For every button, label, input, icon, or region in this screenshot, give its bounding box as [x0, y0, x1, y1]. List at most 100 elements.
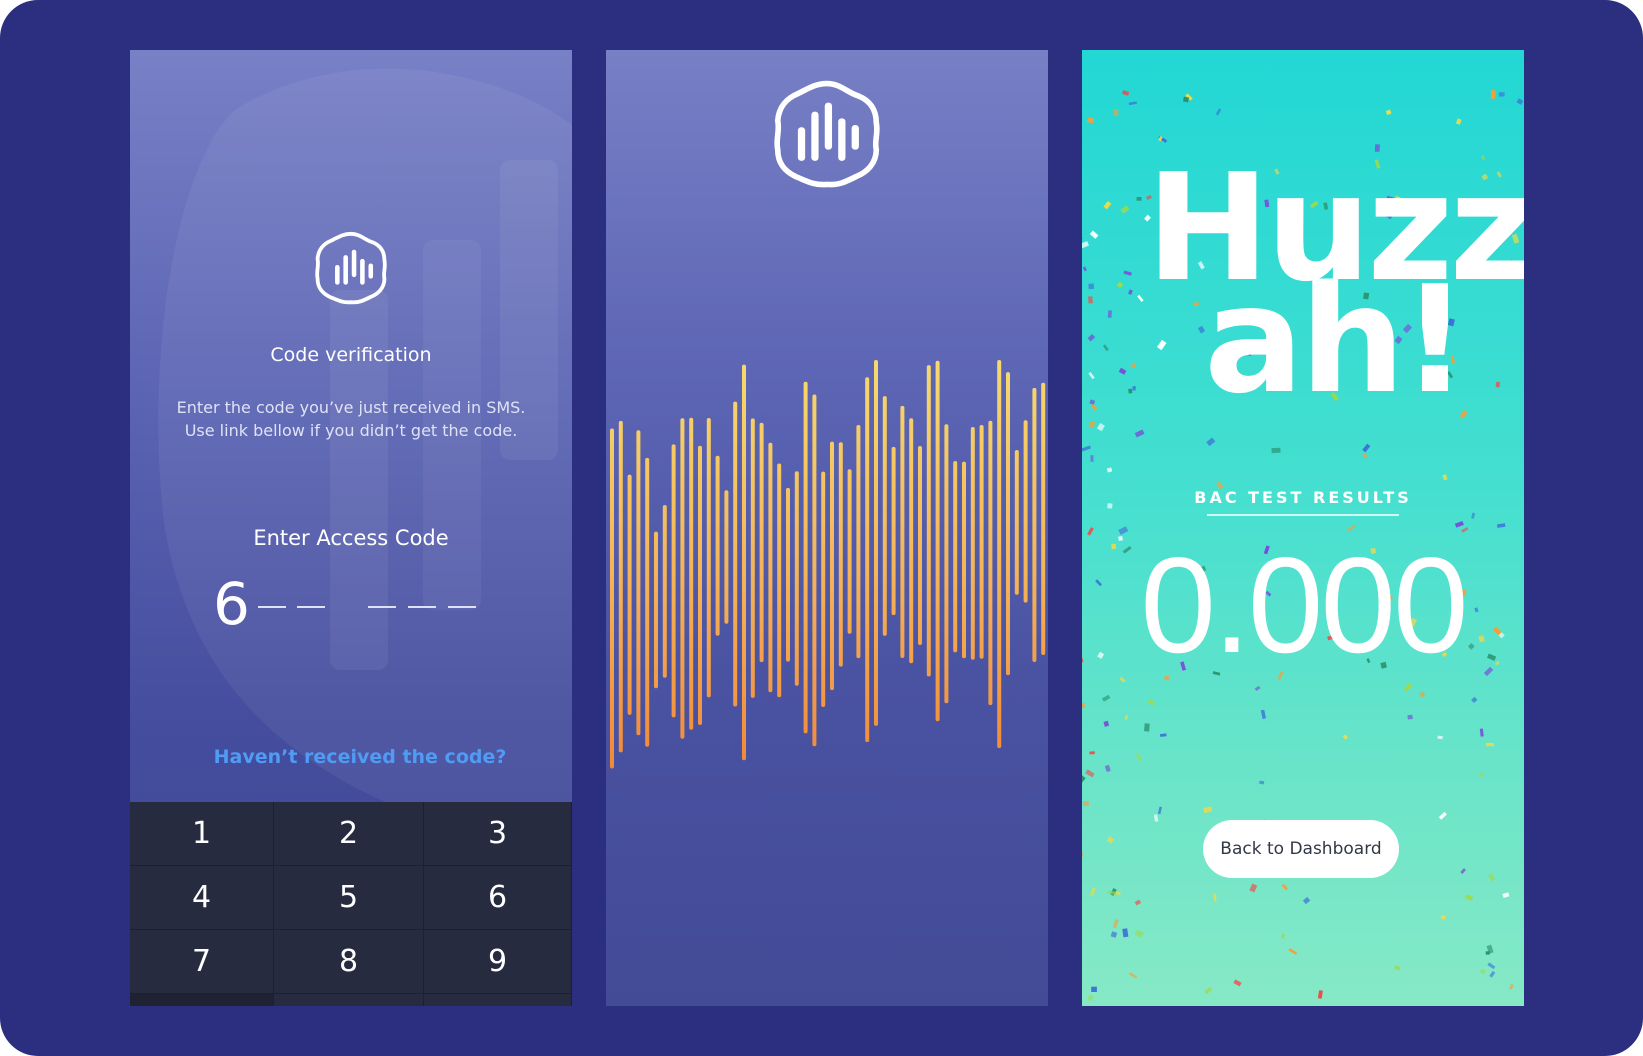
- key-4[interactable]: 4: [130, 866, 274, 930]
- access-code-label: Enter Access Code: [253, 526, 449, 550]
- confetti-piece: [1128, 388, 1133, 394]
- waveform-bar: [689, 417, 694, 730]
- confetti-piece: [1182, 96, 1190, 103]
- confetti-piece: [1288, 948, 1298, 955]
- confetti-piece: [1082, 851, 1084, 859]
- waveform-bar: [935, 360, 940, 722]
- confetti-piece: [1487, 962, 1496, 970]
- confetti-piece: [1233, 979, 1242, 987]
- key-2[interactable]: 2: [274, 802, 424, 866]
- waveform-bar: [909, 418, 914, 664]
- key-9[interactable]: 9: [424, 930, 572, 994]
- waveform-bar: [786, 487, 790, 662]
- confetti-piece: [1087, 994, 1094, 1002]
- confetti-piece: [1502, 892, 1510, 898]
- confetti-piece: [1132, 386, 1136, 391]
- label-underline: [1207, 514, 1399, 516]
- headline-line-2: ah!: [1204, 254, 1469, 426]
- waveform-bar: [821, 471, 826, 707]
- confetti-piece: [1206, 437, 1216, 447]
- waveform-bar: [654, 531, 658, 689]
- confetti-piece: [1438, 811, 1447, 820]
- confetti-piece: [1213, 893, 1217, 901]
- confetti-piece: [1085, 769, 1095, 778]
- confetti-piece: [1249, 883, 1258, 893]
- key-3[interactable]: 3: [424, 802, 572, 866]
- confetti-piece: [1103, 720, 1110, 727]
- waveform-visualizer: [610, 360, 1046, 769]
- waveform-bar: [618, 420, 623, 753]
- confetti-piece: [1122, 928, 1129, 938]
- key-1[interactable]: 1: [130, 802, 274, 866]
- waveform-bar: [944, 424, 949, 704]
- confetti-piece: [1091, 986, 1097, 992]
- confetti-piece: [1089, 399, 1096, 405]
- waveform-bar: [830, 441, 834, 691]
- confetti-piece: [1254, 685, 1261, 692]
- confetti-piece: [1082, 241, 1089, 249]
- confetti-piece: [1487, 873, 1496, 882]
- waveform-bar: [715, 455, 720, 636]
- logo-badge-icon: [315, 231, 387, 305]
- confetti-piece: [1455, 118, 1462, 125]
- confetti-piece: [1082, 445, 1091, 452]
- confetti-piece: [1096, 422, 1105, 432]
- analyzer-screen: [606, 50, 1048, 1006]
- waveform-bar: [874, 360, 878, 726]
- access-code-input[interactable]: 6: [213, 574, 513, 634]
- key-7[interactable]: 7: [130, 930, 274, 994]
- confetti-piece: [1454, 520, 1464, 528]
- confetti-piece: [1464, 894, 1474, 901]
- waveform-bar: [1032, 387, 1037, 662]
- confetti-piece: [1203, 806, 1213, 814]
- confetti-piece: [1090, 887, 1096, 896]
- confetti-piece: [1082, 800, 1090, 807]
- confetti-piece: [1144, 723, 1150, 732]
- key-6[interactable]: 6: [424, 866, 572, 930]
- waveform-bar: [856, 425, 861, 659]
- confetti-piece: [1159, 733, 1167, 737]
- key-0[interactable]: 0: [274, 994, 424, 1006]
- confetti-piece: [1442, 474, 1448, 481]
- description-line: Enter the code you’ve just received in S…: [176, 398, 526, 417]
- confetti-piece: [1124, 714, 1129, 721]
- confetti-piece: [1121, 90, 1130, 96]
- confetti-piece: [1419, 691, 1426, 698]
- back-to-dashboard-button[interactable]: Back to Dashboard: [1203, 820, 1399, 878]
- confetti-piece: [1082, 266, 1087, 272]
- description-text: Enter the code you’ve just received in S…: [130, 396, 572, 442]
- waveform-bar: [662, 505, 667, 678]
- key-8[interactable]: 8: [274, 930, 424, 994]
- confetti-piece: [1135, 752, 1143, 762]
- confetti-piece: [1317, 990, 1323, 999]
- waveform-bar: [891, 446, 896, 616]
- backspace-key[interactable]: [424, 994, 572, 1006]
- confetti-piece: [1393, 965, 1401, 971]
- code-digit: 6: [213, 570, 250, 638]
- confetti-piece: [1106, 467, 1113, 473]
- waveform-bar: [698, 445, 702, 725]
- waveform-bar: [724, 490, 729, 624]
- waveform-bar: [627, 474, 632, 715]
- confetti-piece: [1147, 699, 1155, 706]
- waveform-bar: [953, 461, 958, 653]
- confetti-piece: [1103, 200, 1112, 210]
- waveform-bar: [636, 430, 641, 736]
- confetti-piece: [1088, 283, 1095, 290]
- confetti-piece: [1128, 972, 1138, 979]
- waveform-bar: [794, 471, 799, 686]
- confetti-piece: [1090, 455, 1094, 462]
- confetti-piece: [1082, 234, 1083, 242]
- resend-code-link[interactable]: Haven’t received the code?: [130, 746, 572, 768]
- confetti-piece: [1088, 296, 1093, 304]
- confetti-piece: [1157, 806, 1162, 815]
- confetti-piece: [1489, 970, 1496, 978]
- confetti-piece: [1101, 694, 1111, 702]
- confetti-piece: [1110, 931, 1118, 938]
- confetti-piece: [1403, 682, 1413, 692]
- waveform-bar: [988, 420, 993, 706]
- code-slot: [408, 606, 436, 608]
- waveform-bar: [926, 365, 931, 677]
- key-5[interactable]: 5: [274, 866, 424, 930]
- confetti-piece: [1082, 775, 1086, 784]
